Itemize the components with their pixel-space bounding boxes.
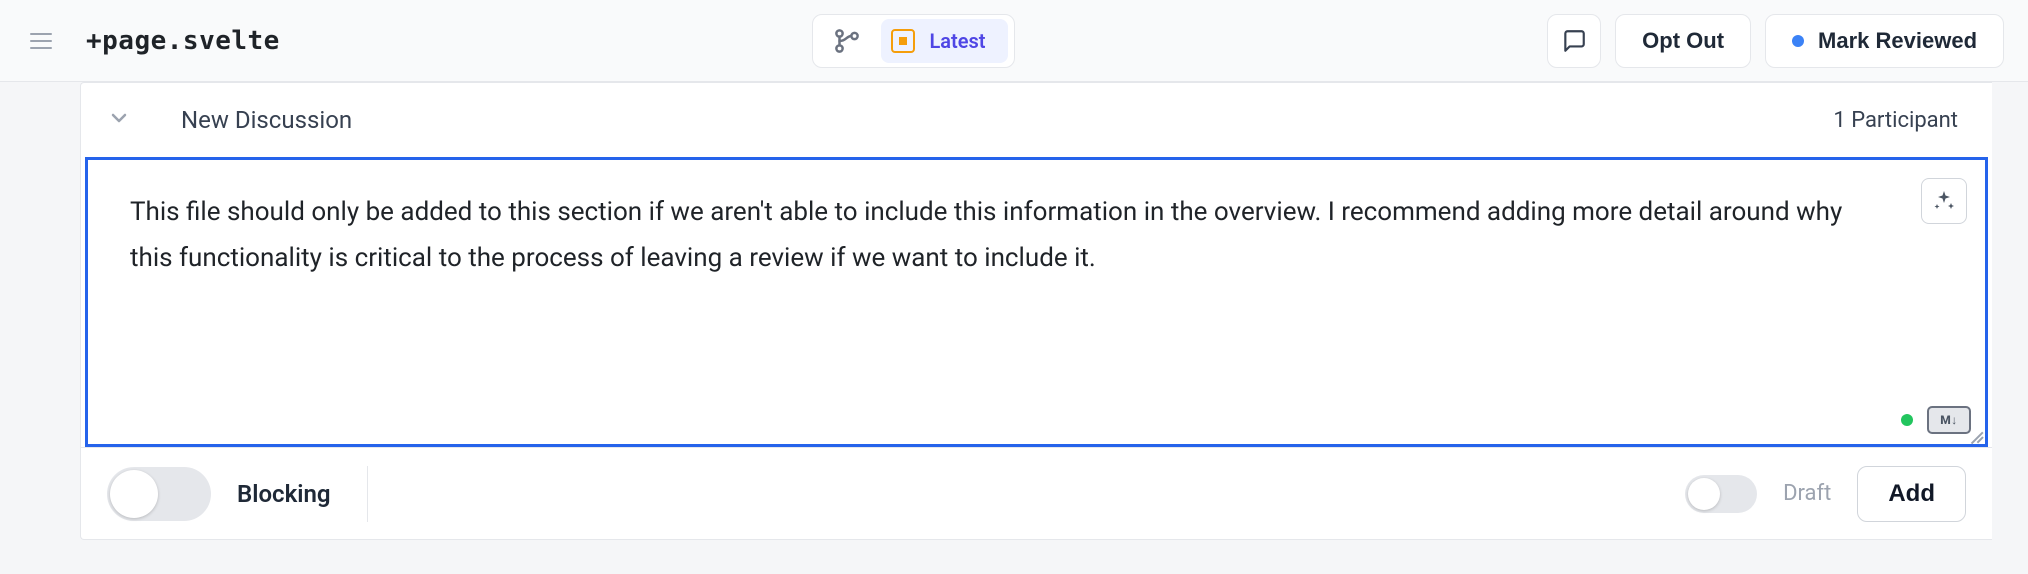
comment-button[interactable] [1547,14,1601,68]
status-ok-icon [1901,414,1913,426]
markdown-icon[interactable]: M↓ [1927,406,1971,434]
blocking-label: Blocking [237,480,331,508]
add-comment-button[interactable]: Add [1857,466,1966,522]
sparkle-icon [1932,189,1956,213]
discussion-title: New Discussion [181,106,352,134]
comment-editor: M↓ [85,157,1988,447]
branch-selector[interactable]: Latest [812,14,1014,68]
editor-status-icons: M↓ [1901,406,1971,434]
opt-out-button[interactable]: Opt Out [1615,14,1751,68]
toggle-knob [110,470,158,518]
discussion-panel: New Discussion 1 Participant M↓ Blocking… [80,82,1992,540]
file-header: +page.svelte Latest Opt Out [0,0,2028,82]
menu-icon[interactable] [24,27,58,55]
draft-toggle[interactable] [1685,475,1757,513]
review-status-dot-icon [1792,35,1804,47]
participants-count: 1 Participant [1833,108,1958,133]
resize-handle-icon[interactable] [1967,426,1983,442]
blocking-toggle[interactable] [107,467,211,521]
divider [367,466,368,522]
opt-out-label: Opt Out [1642,28,1724,54]
add-button-label: Add [1888,480,1935,507]
discussion-footer: Blocking Draft Add [81,447,1992,539]
header-actions: Opt Out Mark Reviewed [1547,14,2004,68]
toggle-knob [1688,478,1720,510]
version-square-icon [891,29,915,53]
ai-assist-button[interactable] [1921,178,1967,224]
mark-reviewed-button[interactable]: Mark Reviewed [1765,14,2004,68]
comment-icon [1561,28,1587,54]
git-branch-icon [813,15,881,67]
file-name: +page.svelte [86,26,280,56]
latest-version-label: Latest [929,29,985,53]
draft-label: Draft [1783,481,1831,506]
discussion-header: New Discussion 1 Participant [81,83,1992,157]
chevron-down-icon [107,106,131,130]
collapse-toggle[interactable] [101,100,137,140]
latest-version-pill[interactable]: Latest [881,19,1007,63]
comment-textarea[interactable] [88,160,1985,440]
mark-reviewed-label: Mark Reviewed [1818,28,1977,54]
